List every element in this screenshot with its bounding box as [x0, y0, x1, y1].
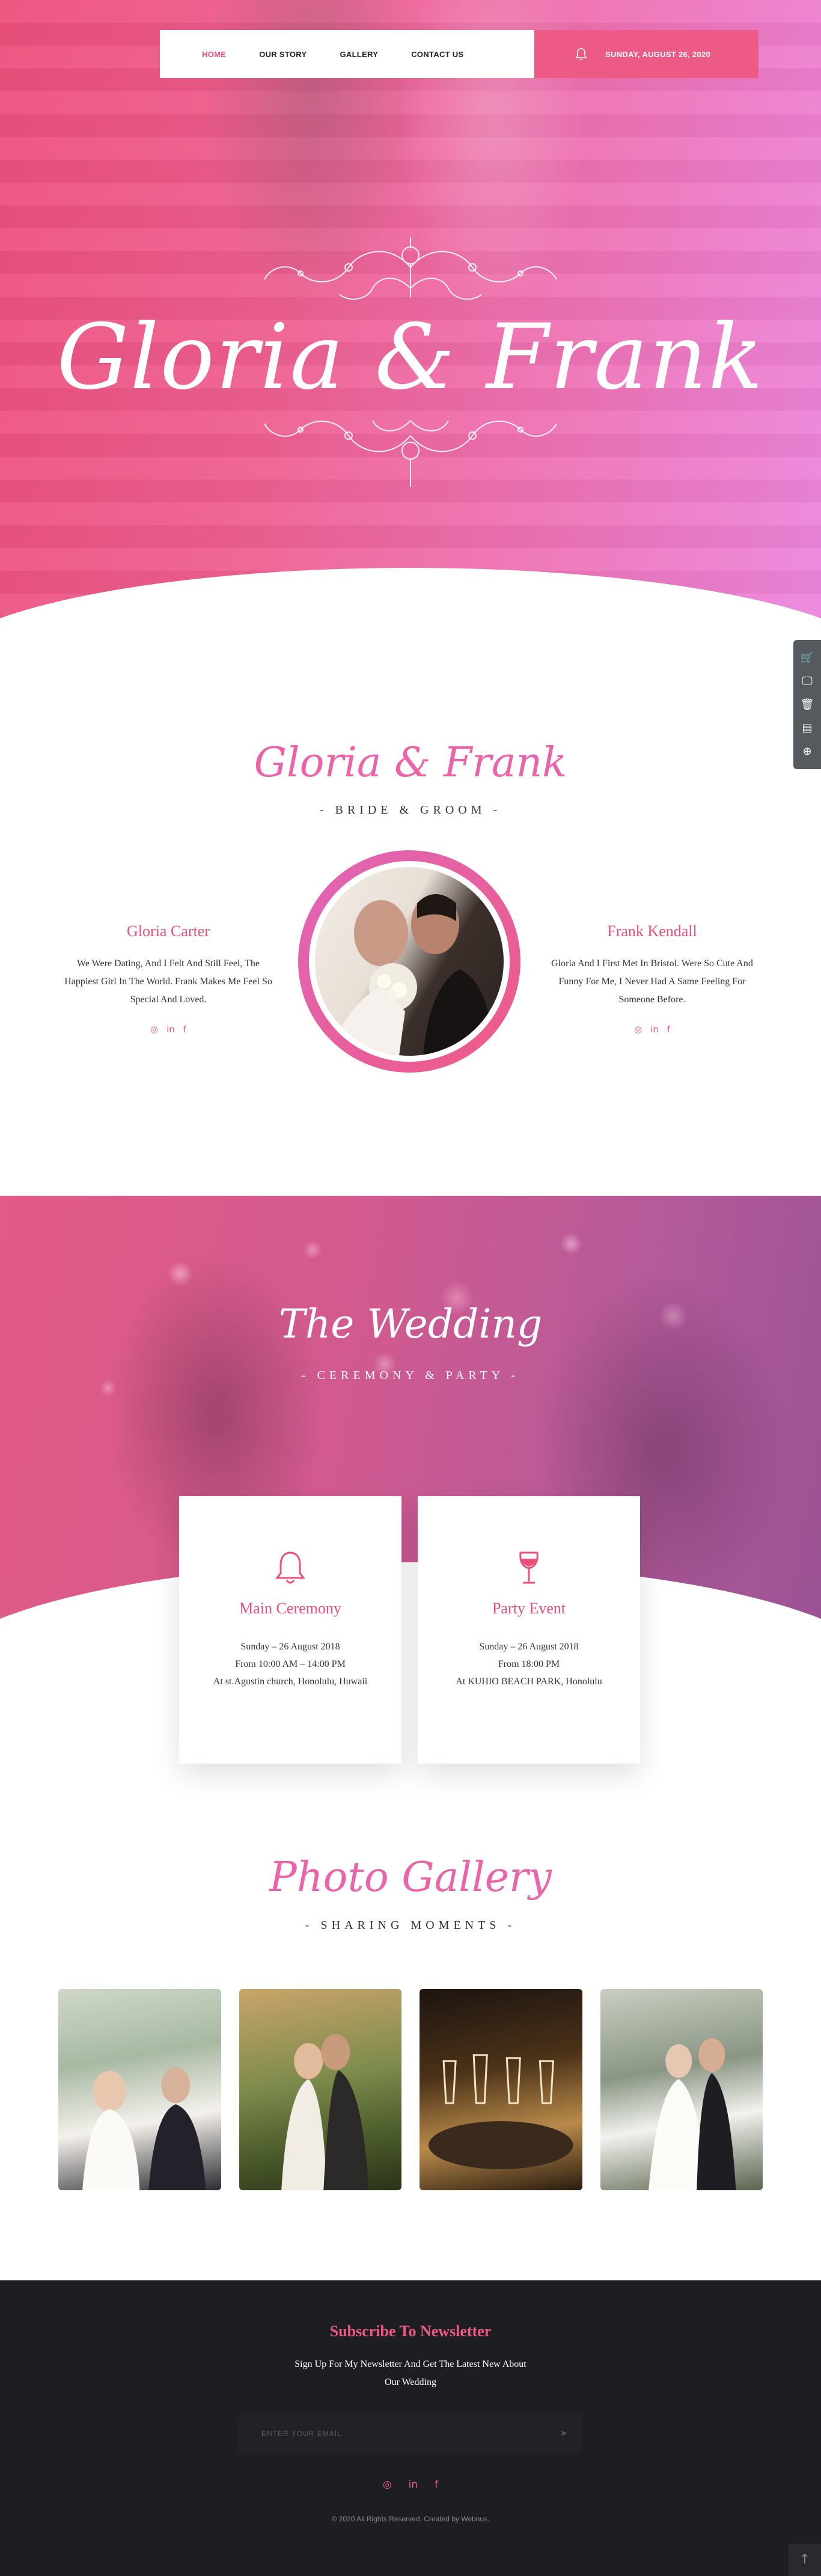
couple-photo-art: [327, 894, 495, 1056]
event-title: Party Event: [492, 1600, 566, 1617]
gallery-photo[interactable]: [239, 1989, 401, 2190]
gallery-title: Photo Gallery: [269, 1854, 552, 1901]
couple-subtitle: - BRIDE & GROOM -: [319, 803, 502, 817]
groom-socials: ◎ in f: [544, 1024, 760, 1035]
event-card-ceremony: Main Ceremony Sunday – 26 August 2018 Fr…: [179, 1496, 401, 1764]
event-location: At st.Agustin church, Honolulu, Huwaii: [213, 1676, 368, 1687]
event-card-party: Party Event Sunday – 26 August 2018 From…: [418, 1496, 640, 1764]
bell-icon: [179, 1550, 401, 1586]
gallery-photo[interactable]: [600, 1989, 763, 2190]
gallery-photo[interactable]: [420, 1989, 582, 2190]
wedding-section: [0, 1196, 821, 1652]
bride-profile: Gloria Carter We Were Dating, And I Felt…: [60, 922, 276, 1035]
event-date: Sunday – 26 August 2018: [479, 1642, 579, 1652]
footer: Subscribe To Newsletter Sign Up For My N…: [0, 2280, 821, 2576]
wine-glass-icon: [418, 1550, 640, 1586]
nav-home[interactable]: Home: [202, 50, 226, 59]
facebook-icon[interactable]: f: [183, 1024, 186, 1035]
gallery-subtitle: - SHARING MOMENTS -: [305, 1919, 516, 1932]
facebook-icon[interactable]: f: [435, 2479, 438, 2491]
footer-socials: ◎ in f: [0, 2479, 821, 2491]
hero-section: Home Our Story Gallery Contact Us SUNDAY…: [0, 0, 821, 646]
ornament-top-icon: [264, 237, 557, 300]
hero-title: Gloria & Frank: [56, 305, 765, 410]
groom-bio: Gloria And I First Met In Bristol. Were …: [551, 958, 753, 1005]
instagram-icon[interactable]: ◎: [383, 2479, 392, 2491]
instagram-icon[interactable]: ◎: [634, 1024, 642, 1035]
bell-icon: [575, 48, 587, 61]
bride-name: Gloria Carter: [127, 922, 210, 940]
newsletter-form: ➤: [239, 2414, 582, 2453]
linkedin-icon[interactable]: in: [166, 1024, 175, 1035]
newsletter-title: Subscribe To Newsletter: [329, 2322, 492, 2340]
wedding-title: The Wedding: [278, 1301, 543, 1347]
gallery-photo[interactable]: [58, 1989, 221, 2190]
nav-contact-us[interactable]: Contact Us: [411, 50, 463, 59]
email-input[interactable]: [261, 2429, 561, 2438]
couple-photo: [315, 867, 504, 1056]
bride-socials: ◎ in f: [60, 1024, 276, 1035]
date-banner: SUNDAY, AUGUST 26, 2020: [534, 30, 758, 78]
wedding-subtitle: - CEREMONY & PARTY -: [301, 1369, 520, 1382]
couple-section: Gloria & Frank - BRIDE & GROOM - Gloria …: [0, 646, 821, 1196]
event-time: From 10:00 AM – 14:00 PM: [235, 1659, 346, 1669]
bride-bio: We Were Dating, And I Felt And Still Fee…: [64, 958, 272, 1005]
event-location: At KUHIO BEACH PARK, Honolulu: [456, 1676, 602, 1687]
scroll-top-icon[interactable]: ↑: [789, 2544, 821, 2576]
send-icon[interactable]: ➤: [560, 2429, 567, 2438]
event-date: Sunday – 26 August 2018: [240, 1642, 340, 1652]
linkedin-icon[interactable]: in: [650, 1024, 659, 1035]
event-title: Main Ceremony: [239, 1600, 341, 1617]
main-nav: Home Our Story Gallery Contact Us: [160, 30, 534, 78]
groom-name: Frank Kendall: [607, 922, 697, 940]
couple-portrait: [298, 850, 520, 1073]
copyright: © 2020 All Rights Reserved. Created by W…: [331, 2515, 490, 2523]
nav-gallery[interactable]: Gallery: [340, 50, 378, 59]
newsletter-lead: Sign Up For My Newsletter And Get The La…: [295, 2359, 526, 2387]
groom-profile: Frank Kendall Gloria And I First Met In …: [544, 922, 760, 1035]
portrait-frame: [309, 861, 510, 1062]
photo-gallery: [58, 1989, 763, 2190]
event-time: From 18:00 PM: [498, 1659, 560, 1669]
linkedin-icon[interactable]: in: [409, 2479, 418, 2491]
ornament-bottom-icon: [264, 420, 557, 487]
wedding-date: SUNDAY, AUGUST 26, 2020: [605, 49, 711, 59]
nav-our-story[interactable]: Our Story: [259, 50, 307, 59]
facebook-icon[interactable]: f: [667, 1024, 670, 1035]
couple-title: Gloria & Frank: [254, 739, 567, 787]
instagram-icon[interactable]: ◎: [150, 1024, 158, 1035]
